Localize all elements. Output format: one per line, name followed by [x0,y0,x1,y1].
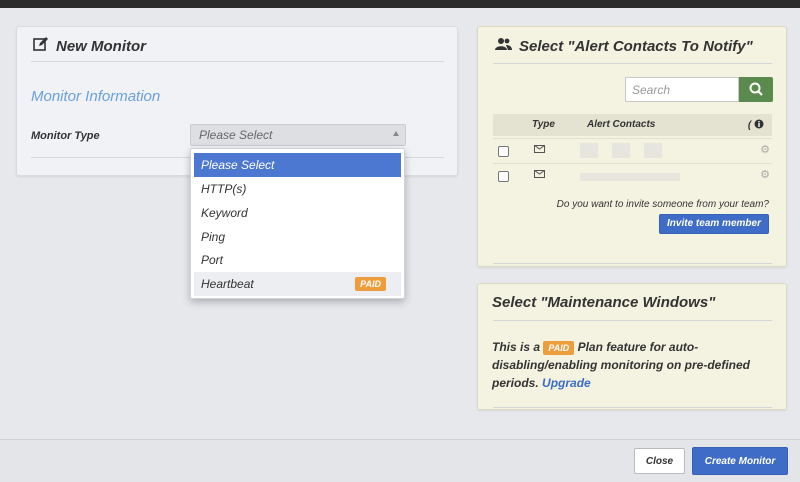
alert-contacts-heading: Select "Alert Contacts To Notify" [495,37,753,55]
monitor-type-dropdown: Please Select HTTP(s) Keyword Ping Port … [190,148,405,299]
alert-title-divider [493,63,772,64]
maintenance-windows-panel: Select "Maintenance Windows" This is a P… [477,283,787,410]
contacts-search-input[interactable]: Search [625,77,739,102]
option-label: Keyword [201,206,248,220]
new-monitor-heading: New Monitor [33,37,146,55]
upgrade-link[interactable]: Upgrade [542,376,591,390]
new-monitor-modal: New Monitor Monitor Information Monitor … [0,0,800,482]
paid-badge: PAID [355,277,386,291]
new-monitor-title: New Monitor [56,37,146,55]
option-label: HTTP(s) [201,182,247,196]
search-placeholder: Search [632,83,671,97]
contact-row: ⚙ [493,163,772,187]
search-icon [739,82,773,106]
search-button[interactable] [739,77,773,102]
contact-row: ⚙ [493,138,772,162]
paid-badge: PAID [543,341,575,355]
option-https[interactable]: HTTP(s) [194,177,401,201]
gear-icon[interactable]: ⚙ [760,168,770,181]
alert-contacts-panel: Select "Alert Contacts To Notify" Search… [477,26,787,267]
invite-prompt: Do you want to invite someone from your … [556,199,769,210]
users-icon [495,37,512,55]
title-divider [31,61,444,62]
email-icon [534,170,545,178]
option-heartbeat[interactable]: Heartbeat PAID [194,272,401,296]
close-button[interactable]: Close [634,448,685,474]
option-port[interactable]: Port [194,248,401,272]
contact-checkbox[interactable] [498,146,509,157]
gear-icon[interactable]: ⚙ [760,143,770,156]
col-type: Type [532,119,555,130]
redacted-contact [612,143,630,158]
option-label: Please Select [201,158,275,172]
col-alert-contacts: Alert Contacts [587,119,656,130]
caret-up-icon [393,131,399,136]
redacted-contact [580,173,680,181]
edit-icon [33,37,49,55]
email-icon [534,145,545,153]
invite-team-member-button[interactable]: Invite team member [659,214,769,234]
option-label: Heartbeat [201,277,254,291]
contact-checkbox[interactable] [498,171,509,182]
monitor-type-label: Monitor Type [31,130,100,142]
backdrop-strip [0,0,800,8]
monitor-information-title: Monitor Information [31,88,161,105]
option-keyword[interactable]: Keyword [194,201,401,225]
option-label: Ping [201,230,226,244]
maintenance-bottom-divider [493,407,772,408]
col-info: ( [748,119,764,131]
alert-contacts-title: Select "Alert Contacts To Notify" [519,37,753,55]
redacted-contact [644,143,662,158]
maintenance-text-before: This is a [492,340,541,354]
option-label: Port [201,253,224,267]
option-ping[interactable]: Ping [194,225,401,249]
contacts-table-header: Type Alert Contacts ( [493,114,772,136]
option-please-select[interactable]: Please Select [194,153,401,177]
redacted-contact [580,143,598,158]
maintenance-description: This is a PAID Plan feature for auto-dis… [492,338,752,392]
maintenance-title-divider [493,320,772,321]
monitor-type-select[interactable]: Please Select [190,124,406,146]
col-info-paren: ( [747,120,752,131]
info-icon [754,119,764,129]
alert-bottom-divider [493,263,772,264]
monitor-type-select-value: Please Select [199,128,273,142]
create-monitor-button[interactable]: Create Monitor [692,447,788,475]
maintenance-windows-title: Select "Maintenance Windows" [492,294,716,311]
